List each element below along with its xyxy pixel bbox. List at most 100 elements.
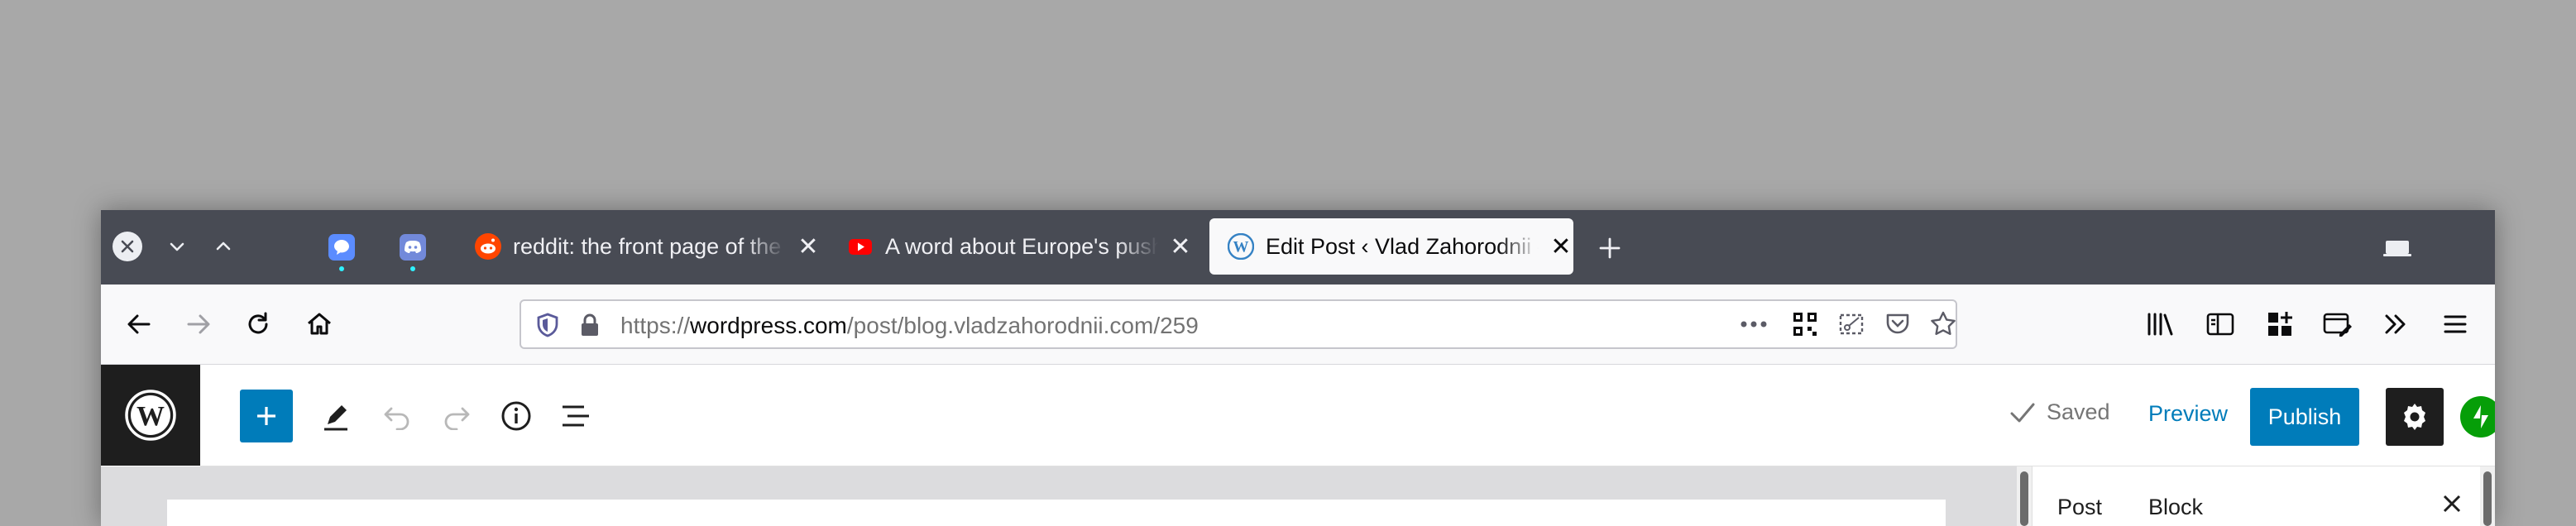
post-content-area[interactable] [167, 500, 1946, 526]
url-path: /post/blog.vladzahorodnii.com/259 [846, 313, 1199, 338]
undo-button[interactable] [377, 396, 417, 436]
pencil-icon [324, 405, 347, 431]
arrow-right-icon [187, 314, 210, 334]
list-view-button[interactable] [556, 396, 596, 436]
wordpress-icon: W [1228, 233, 1254, 260]
pinned-tab-indicator [410, 266, 415, 271]
tab-wordpress-edit-post[interactable]: W Edit Post ‹ Vlad Zahorodnii — WordPres… [1209, 218, 1573, 275]
home-icon [308, 313, 331, 335]
extensions-button[interactable] [2262, 306, 2298, 342]
jetpack-icon [2473, 405, 2488, 428]
navigation-toolbar: https://wordpress.com/post/blog.vladzaho… [101, 285, 2495, 365]
editor-canvas [101, 466, 2017, 526]
checkmark-icon [2010, 403, 2035, 422]
back-button[interactable] [121, 306, 157, 342]
url-scheme: https:// [620, 313, 691, 338]
screen-icon [2383, 241, 2411, 256]
tab-close-icon[interactable]: ✕ [1549, 232, 1573, 261]
saved-label: Saved [2047, 399, 2110, 424]
chevron-down-icon [170, 242, 184, 251]
bookmark-star-icon[interactable] [1929, 310, 1957, 338]
window-maximize-button[interactable] [207, 230, 240, 263]
browser-window: reddit: the front page of the internet ✕… [101, 210, 2495, 526]
plus-icon [257, 407, 275, 425]
app-menu-button[interactable] [2437, 306, 2473, 342]
pinned-tab-indicator [339, 266, 344, 271]
publish-button[interactable]: Publish [2250, 388, 2359, 446]
settings-button[interactable] [2386, 388, 2444, 446]
url-text[interactable]: https://wordpress.com/post/blog.vladzaho… [620, 313, 1199, 339]
editor-toolbar: Saved Preview Publish [200, 365, 2495, 466]
window-minimize-button[interactable] [160, 230, 194, 263]
youtube-icon [849, 239, 872, 255]
tab-block[interactable]: Block [2148, 495, 2203, 520]
lock-icon[interactable] [579, 313, 601, 337]
overflow-menu-button[interactable] [2377, 306, 2414, 342]
new-tab-button[interactable] [1593, 232, 1626, 265]
double-chevron-right-icon [2385, 314, 2406, 334]
window-edit-icon [2323, 313, 2352, 337]
arrow-left-icon [127, 314, 151, 334]
tab-title: reddit: the front page of the internet [513, 233, 786, 259]
wordpress-logo-button[interactable]: W [101, 365, 200, 466]
pinned-tab-chat[interactable] [323, 228, 361, 271]
page-actions-more-icon[interactable] [1739, 316, 1769, 332]
tab-title: A word about Europe's push [885, 233, 1158, 259]
details-button[interactable] [496, 396, 536, 436]
wordpress-logo-icon: W [125, 390, 176, 441]
discord-icon [400, 234, 426, 261]
library-icon [2147, 313, 2173, 336]
url-domain: wordpress.com [690, 313, 847, 338]
tab-overflow-button[interactable] [2381, 232, 2414, 265]
pocket-icon[interactable] [1884, 311, 1911, 337]
canvas-scrollbar[interactable] [2017, 466, 2032, 526]
reload-icon [248, 312, 268, 334]
jetpack-button[interactable] [2460, 396, 2495, 438]
redo-icon [444, 407, 470, 430]
tab-post[interactable]: Post [2057, 495, 2102, 520]
tab-youtube[interactable]: A word about Europe's push ✕ [829, 218, 1193, 275]
gear-icon [2404, 404, 2425, 430]
plus-icon [1599, 237, 1621, 259]
forward-button[interactable] [180, 306, 217, 342]
scrollbar-thumb[interactable] [2020, 471, 2028, 526]
redo-button[interactable] [437, 396, 476, 436]
tools-button[interactable] [316, 396, 356, 436]
settings-sidebar: Post Block [2032, 466, 2495, 526]
wordpress-editor: W Saved Preview Publish Post Block [101, 365, 2495, 526]
tab-title: Edit Post ‹ Vlad Zahorodnii — WordPress.… [1266, 233, 1539, 259]
svg-text:W: W [1233, 239, 1249, 256]
sidebar-icon [2206, 313, 2234, 336]
sidebars-button[interactable] [2202, 306, 2238, 342]
tracking-protection-shield-icon[interactable] [536, 313, 559, 337]
hamburger-menu-icon [2444, 315, 2467, 333]
tab-reddit[interactable]: reddit: the front page of the internet ✕ [457, 218, 821, 275]
preview-button[interactable]: Preview [2148, 401, 2228, 427]
sidebar-scrollbar[interactable] [2480, 466, 2495, 526]
chat-bubble-icon [328, 234, 355, 261]
reload-button[interactable] [240, 306, 276, 342]
save-status: Saved [2009, 399, 2110, 425]
chevron-up-icon [216, 241, 231, 251]
qr-code-icon[interactable] [1792, 311, 1818, 337]
close-icon [121, 240, 134, 253]
container-tabs-button[interactable] [2320, 306, 2356, 342]
info-icon [501, 401, 531, 431]
close-sidebar-icon[interactable] [2441, 493, 2463, 514]
screenshot-icon[interactable] [1838, 311, 1865, 337]
tab-close-icon[interactable]: ✕ [1168, 232, 1193, 261]
window-close-button[interactable] [113, 232, 142, 261]
tab-strip: reddit: the front page of the internet ✕… [101, 210, 2495, 285]
scrollbar-thumb[interactable] [2483, 471, 2492, 526]
address-bar[interactable]: https://wordpress.com/post/blog.vladzaho… [520, 299, 1957, 349]
svg-text:W: W [136, 401, 165, 432]
reddit-icon [475, 233, 501, 260]
add-block-button[interactable] [240, 390, 293, 442]
tab-close-icon[interactable]: ✕ [796, 232, 821, 261]
undo-icon [384, 407, 409, 430]
pinned-tab-discord[interactable] [394, 228, 432, 271]
library-button[interactable] [2143, 306, 2179, 342]
home-button[interactable] [301, 306, 338, 342]
list-view-icon [563, 405, 589, 427]
apps-grid-icon [2268, 312, 2292, 336]
